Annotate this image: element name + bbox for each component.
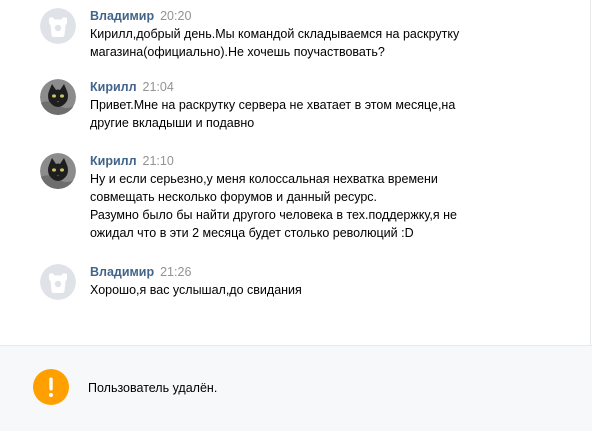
sender-name[interactable]: Владимир xyxy=(90,265,154,279)
message-header: Владимир 20:20 xyxy=(90,8,570,24)
message-content: Кирилл 21:10 Ну и если серьезно,у меня ко… xyxy=(90,153,570,242)
deleted-user-notice-bar: Пользователь удалён. xyxy=(0,345,592,431)
message-line: ожидал что в эти 2 месяца будет столько … xyxy=(90,226,414,240)
exclamation-warning-icon xyxy=(33,369,69,405)
message-content: Владимир 21:26 Хорошо,я вас услышал,до св… xyxy=(90,264,570,299)
message-text: Кирилл,добрый день.Мы командой складывае… xyxy=(90,25,570,61)
deleted-user-notice: Пользователь удалён. xyxy=(88,381,218,395)
message-time[interactable]: 20:20 xyxy=(160,9,191,23)
vk-camera-avatar-icon xyxy=(40,264,76,300)
message-header: Владимир 21:26 xyxy=(90,264,570,280)
message-line: Кирилл,добрый день.Мы командой складывае… xyxy=(90,27,460,41)
message-history[interactable]: Владимир 20:20 Кирилл,добрый день.Мы кома… xyxy=(0,0,591,345)
sender-avatar[interactable] xyxy=(40,153,76,189)
message-line: магазина(официально).Не хочешь поучаство… xyxy=(90,45,385,59)
message-text: Ну и если серьезно,у меня колоссальная н… xyxy=(90,170,570,242)
sender-avatar[interactable] xyxy=(40,79,76,115)
message-text: Хорошо,я вас услышал,до свидания xyxy=(90,281,570,299)
message-line: Привет.Мне на раскрутку сервера не хвата… xyxy=(90,98,456,112)
cat-avatar-icon xyxy=(40,153,76,189)
message-time[interactable]: 21:26 xyxy=(160,265,191,279)
vk-camera-avatar-icon xyxy=(40,8,76,44)
message-line: Ну и если серьезно,у меня колоссальная н… xyxy=(90,172,438,186)
sender-name[interactable]: Кирилл xyxy=(90,80,137,94)
message-line: другие вкладыши и подавно xyxy=(90,116,255,130)
sender-name[interactable]: Кирилл xyxy=(90,154,137,168)
message-line: Хорошо,я вас услышал,до свидания xyxy=(90,283,302,297)
message-text: Привет.Мне на раскрутку сервера не хвата… xyxy=(90,96,570,132)
sender-avatar[interactable] xyxy=(40,264,76,300)
message-content: Владимир 20:20 Кирилл,добрый день.Мы кома… xyxy=(90,8,570,61)
message-time[interactable]: 21:10 xyxy=(143,154,174,168)
cat-avatar-icon xyxy=(40,79,76,115)
message-time[interactable]: 21:04 xyxy=(143,80,174,94)
message-header: Кирилл 21:10 xyxy=(90,153,570,169)
message-content: Кирилл 21:04 Привет.Мне на раскрутку серв… xyxy=(90,79,570,132)
sender-name[interactable]: Владимир xyxy=(90,9,154,23)
message-line: Разумно было бы найти другого человека в… xyxy=(90,208,457,222)
sender-avatar[interactable] xyxy=(40,8,76,44)
message-line: совмещать несколько форумов и данный рес… xyxy=(90,190,377,204)
message-header: Кирилл 21:04 xyxy=(90,79,570,95)
